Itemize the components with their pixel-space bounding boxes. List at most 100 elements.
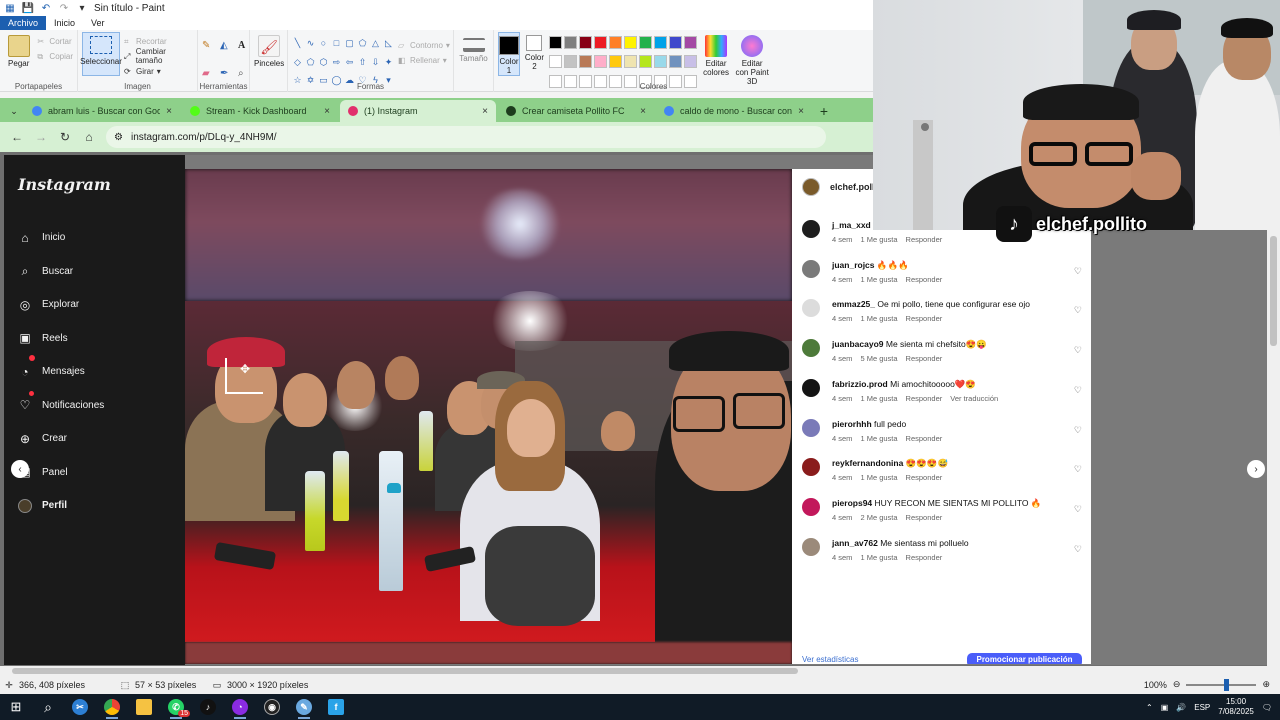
palette-swatch[interactable] bbox=[638, 55, 652, 69]
notifications-icon[interactable]: 🗨 bbox=[1262, 703, 1272, 712]
comment-username[interactable]: j_ma_xxd bbox=[832, 220, 871, 230]
palette-swatch[interactable] bbox=[683, 36, 697, 49]
tab-close-icon[interactable]: × bbox=[166, 106, 172, 117]
like-heart-icon[interactable]: ♡ bbox=[1074, 425, 1082, 436]
color1-button[interactable]: Color 1 bbox=[498, 32, 520, 76]
windows-start-icon[interactable]: ⊞ bbox=[0, 694, 32, 720]
palette-swatch[interactable] bbox=[578, 55, 592, 69]
hexagon-shape-icon[interactable]: ⬡ bbox=[318, 57, 329, 67]
palette-swatch[interactable] bbox=[623, 36, 637, 49]
palette-swatch[interactable] bbox=[653, 36, 667, 49]
undo-icon[interactable]: ↶ bbox=[40, 2, 52, 14]
comment-likes[interactable]: 1 Me gusta bbox=[860, 235, 897, 244]
comment-username[interactable]: pierops94 bbox=[832, 498, 872, 508]
like-heart-icon[interactable]: ♡ bbox=[1074, 345, 1082, 356]
search-icon[interactable]: ⌕ bbox=[32, 694, 64, 720]
tab-close-icon[interactable]: × bbox=[640, 106, 646, 117]
like-heart-icon[interactable]: ♡ bbox=[1074, 544, 1082, 555]
reply-link[interactable]: Responder bbox=[906, 235, 943, 244]
arrow-left-shape-icon[interactable]: ⇦ bbox=[344, 57, 355, 67]
commenter-avatar[interactable] bbox=[802, 418, 820, 437]
resize-button[interactable]: ⤢ Cambiar tamaño bbox=[124, 47, 193, 65]
home-icon[interactable]: ⌂ bbox=[82, 130, 96, 144]
diamond-shape-icon[interactable]: ◇ bbox=[292, 57, 303, 67]
back-icon[interactable]: ← bbox=[10, 130, 24, 144]
right-triangle-shape-icon[interactable]: ◺ bbox=[383, 38, 394, 48]
comment-likes[interactable]: 1 Me gusta bbox=[860, 473, 897, 482]
commenter-avatar[interactable] bbox=[802, 339, 820, 358]
browser-tab[interactable]: abram luis - Buscar con Google × bbox=[24, 100, 180, 122]
next-post-button[interactable]: › bbox=[1247, 460, 1265, 478]
commenter-avatar[interactable] bbox=[802, 299, 820, 318]
prev-post-button[interactable]: ‹ bbox=[11, 460, 29, 478]
whatsapp-icon[interactable]: ✆ 15 bbox=[160, 694, 192, 720]
instagram-logo[interactable]: Instagram bbox=[18, 175, 111, 194]
polygon-shape-icon[interactable]: ⬠ bbox=[357, 38, 368, 48]
palette-swatch[interactable] bbox=[638, 36, 652, 49]
palette-swatch[interactable] bbox=[653, 55, 667, 69]
comment-likes[interactable]: 1 Me gusta bbox=[860, 553, 897, 562]
palette-swatch[interactable] bbox=[593, 36, 607, 49]
palette-swatch[interactable] bbox=[548, 55, 562, 69]
comment-likes[interactable]: 1 Me gusta bbox=[860, 434, 897, 443]
nav-item-explorar[interactable]: ◎ Explorar bbox=[18, 288, 104, 322]
palette-swatch[interactable] bbox=[683, 55, 697, 69]
snipping-tool-icon[interactable]: ✂ bbox=[64, 694, 96, 720]
horizontal-scroll-thumb[interactable] bbox=[12, 668, 798, 674]
nav-item-inicio[interactable]: ⌂ Inicio bbox=[18, 221, 104, 255]
palette-swatch[interactable] bbox=[623, 55, 637, 69]
like-heart-icon[interactable]: ♡ bbox=[1074, 504, 1082, 515]
comment-username[interactable]: juanbacayo9 bbox=[832, 339, 884, 349]
commenter-avatar[interactable] bbox=[802, 537, 820, 556]
obs-icon[interactable]: ◉ bbox=[256, 694, 288, 720]
fill-icon[interactable]: ◭ bbox=[220, 40, 234, 64]
zoom-in-icon[interactable]: ⊕ bbox=[1262, 679, 1270, 690]
crop-button[interactable]: ⌗ Recortar bbox=[124, 34, 193, 48]
volume-icon[interactable]: 🔊 bbox=[1176, 703, 1186, 712]
tab-search-icon[interactable]: ⌄ bbox=[6, 103, 22, 119]
size-button[interactable]: Tamaño bbox=[458, 32, 489, 92]
tab-close-icon[interactable]: × bbox=[798, 106, 804, 117]
oval-shape-icon[interactable]: ○ bbox=[318, 38, 329, 48]
comment-likes[interactable]: 1 Me gusta bbox=[860, 275, 897, 284]
like-heart-icon[interactable]: ♡ bbox=[1074, 305, 1082, 316]
save-icon[interactable]: 💾 bbox=[22, 2, 34, 14]
menu-ver[interactable]: Ver bbox=[83, 16, 113, 30]
discord-icon[interactable]: ◔ bbox=[224, 694, 256, 720]
palette-swatch[interactable] bbox=[608, 36, 622, 49]
like-heart-icon[interactable]: ♡ bbox=[1074, 266, 1082, 277]
browser-tab[interactable]: Crear camiseta Pollito FC × bbox=[498, 100, 654, 122]
comment-username[interactable]: emmaz25_ bbox=[832, 299, 875, 309]
tray-overflow-icon[interactable]: ⌃ bbox=[1146, 703, 1153, 712]
nav-item-perfil[interactable]: Perfil bbox=[18, 489, 104, 523]
nav-item-crear[interactable]: ⊕ Crear bbox=[18, 422, 104, 456]
post-photo[interactable] bbox=[185, 169, 792, 664]
horizontal-scrollbar[interactable] bbox=[0, 666, 1280, 676]
commenter-avatar[interactable] bbox=[802, 497, 820, 516]
palette-swatch[interactable] bbox=[668, 55, 682, 69]
palette-swatch[interactable] bbox=[593, 55, 607, 69]
reply-link[interactable]: Responder bbox=[906, 314, 943, 323]
chrome-icon[interactable] bbox=[96, 694, 128, 720]
boost-post-button[interactable]: Promocionar publicación bbox=[967, 653, 1082, 664]
reply-link[interactable]: Responder bbox=[906, 275, 943, 284]
nav-item-panel[interactable]: ▤Panel bbox=[18, 456, 104, 490]
palette-swatch[interactable] bbox=[563, 55, 577, 69]
browser-tab[interactable]: (1) Instagram × bbox=[340, 100, 496, 122]
nav-item-reels[interactable]: ▣ Reels bbox=[18, 322, 104, 356]
star4-shape-icon[interactable]: ✦ bbox=[383, 57, 394, 67]
pentagon-shape-icon[interactable]: ⬠ bbox=[305, 57, 316, 67]
rect-shape-icon[interactable]: □ bbox=[331, 38, 342, 48]
menu-archivo[interactable]: Archivo bbox=[0, 16, 47, 30]
copy-button[interactable]: ⧉ Copiar bbox=[37, 49, 73, 63]
commenter-avatar[interactable] bbox=[802, 458, 820, 477]
commenter-avatar[interactable] bbox=[802, 378, 820, 397]
site-info-icon[interactable]: ⚙ bbox=[114, 132, 123, 143]
new-tab-button[interactable]: + bbox=[814, 100, 834, 122]
arrow-down-shape-icon[interactable]: ⇩ bbox=[370, 57, 381, 67]
network-icon[interactable]: ▣ bbox=[1161, 703, 1169, 712]
palette-swatch[interactable] bbox=[668, 36, 682, 49]
rounded-rect-shape-icon[interactable]: ▢ bbox=[344, 38, 355, 48]
brushes-button[interactable]: 🖌 Pinceles bbox=[254, 32, 284, 92]
tiktok-icon[interactable]: ♪ bbox=[192, 694, 224, 720]
